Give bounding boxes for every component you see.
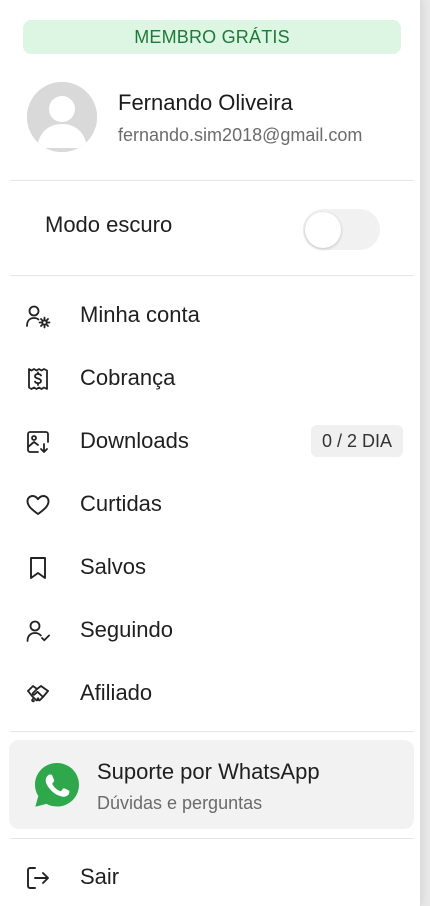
divider — [10, 838, 414, 839]
profile-email: fernando.sim2018@gmail.com — [118, 125, 363, 145]
menu-item-curtidas[interactable]: Curtidas — [25, 484, 405, 524]
logout-icon — [25, 865, 51, 891]
user-check-icon — [25, 618, 51, 644]
logout-label: Sair — [80, 864, 120, 889]
heart-icon — [25, 492, 51, 518]
menu-item-label: Cobrança — [80, 365, 176, 390]
menu-item-downloads[interactable]: Downloads 0 / 2 DIA — [25, 421, 405, 461]
logout-button[interactable]: Sair — [25, 857, 405, 897]
menu-item-afiliado[interactable]: Afiliado — [25, 673, 405, 713]
dark-mode-toggle[interactable] — [303, 209, 380, 250]
menu-item-minha-conta[interactable]: Minha conta — [25, 295, 405, 335]
image-download-icon — [25, 429, 51, 455]
menu-item-label: Afiliado — [80, 680, 153, 705]
support-title: Suporte por WhatsApp — [97, 759, 320, 784]
toggle-knob — [305, 212, 341, 248]
profile-name: Fernando Oliveira — [118, 90, 293, 115]
dark-mode-label: Modo escuro — [45, 212, 173, 237]
whatsapp-support-card[interactable]: Suporte por WhatsApp Dúvidas e perguntas — [9, 740, 414, 829]
user-placeholder-icon — [27, 82, 97, 152]
downloads-quota-badge: 0 / 2 DIA — [310, 425, 403, 457]
support-subtitle: Dúvidas e perguntas — [97, 793, 263, 813]
user-gear-icon — [25, 303, 51, 329]
membership-badge: MEMBRO GRÁTIS — [23, 20, 401, 54]
handshake-icon — [25, 681, 51, 707]
menu-item-seguindo[interactable]: Seguindo — [25, 610, 405, 650]
menu-item-label: Minha conta — [80, 302, 200, 327]
menu-item-salvos[interactable]: Salvos — [25, 547, 405, 587]
menu-item-label: Seguindo — [80, 617, 173, 642]
menu-item-label: Curtidas — [80, 491, 162, 516]
whatsapp-icon — [33, 761, 81, 809]
profile-section: Fernando Oliveira fernando.sim2018@gmail… — [27, 82, 407, 154]
divider — [10, 731, 414, 732]
menu-item-label: Salvos — [80, 554, 147, 579]
avatar — [27, 82, 97, 152]
divider — [10, 275, 414, 276]
menu-item-label: Downloads — [80, 428, 189, 453]
membership-badge-label: MEMBRO GRÁTIS — [134, 26, 290, 47]
receipt-dollar-icon — [25, 366, 51, 392]
account-menu-panel: MEMBRO GRÁTIS Fernando Oliveira fernando… — [0, 0, 421, 906]
menu-item-cobranca[interactable]: Cobrança — [25, 358, 405, 398]
bookmark-icon — [25, 555, 51, 581]
divider — [10, 180, 414, 181]
